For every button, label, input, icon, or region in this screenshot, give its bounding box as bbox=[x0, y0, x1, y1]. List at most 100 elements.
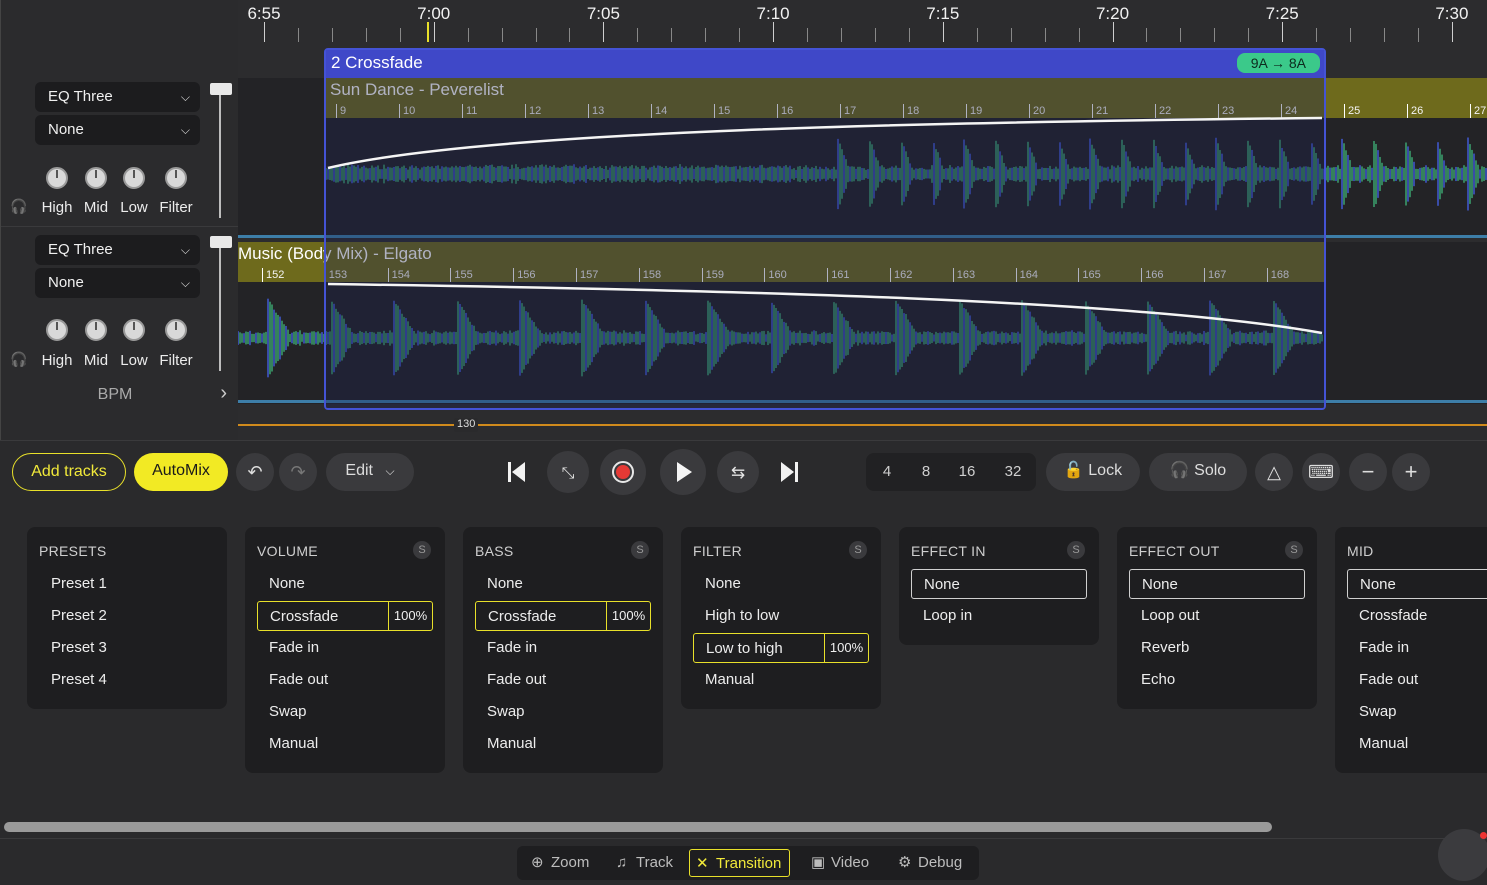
volume-option[interactable]: None bbox=[257, 569, 433, 599]
volume-option[interactable]: Fade out bbox=[257, 665, 433, 695]
cue-button[interactable]: ⤡ bbox=[547, 451, 589, 493]
deck-2-high-knob[interactable] bbox=[46, 319, 68, 341]
deck-1-filter-knob[interactable] bbox=[165, 167, 187, 189]
deck-1-low-knob[interactable] bbox=[123, 167, 145, 189]
effect-out-option[interactable]: Loop out bbox=[1129, 601, 1305, 631]
zoom-out-button[interactable]: − bbox=[1349, 453, 1387, 491]
tab-label: Video bbox=[831, 854, 869, 871]
volume-percentage[interactable]: 100% bbox=[388, 602, 432, 630]
deck-1-volume-fader-track[interactable] bbox=[219, 88, 221, 218]
deck-1-controls: EQ Three ⌵ None ⌵ 🎧 High Mid Low Filter bbox=[1, 74, 239, 224]
horizontal-scrollbar[interactable] bbox=[4, 822, 1272, 832]
keyboard-button[interactable]: ⌨ bbox=[1302, 453, 1340, 491]
crossfade-region[interactable]: 2 Crossfade 9A → 8A bbox=[324, 48, 1326, 410]
mid-option[interactable]: Manual bbox=[1347, 729, 1487, 759]
undo-button[interactable]: ↶ bbox=[236, 453, 274, 491]
bass-option[interactable]: Swap bbox=[475, 697, 651, 727]
loop-size-16[interactable]: 16 bbox=[948, 453, 986, 491]
deck-1-mid-knob[interactable] bbox=[85, 167, 107, 189]
mid-option[interactable]: Fade in bbox=[1347, 633, 1487, 663]
deck-2-mid-knob[interactable] bbox=[85, 319, 107, 341]
headphones-icon[interactable]: 🎧 bbox=[10, 351, 27, 368]
mid-option[interactable]: Fade out bbox=[1347, 665, 1487, 695]
metronome-button[interactable]: △ bbox=[1255, 453, 1293, 491]
loop-button[interactable]: ⇆ bbox=[717, 451, 759, 493]
volume-option[interactable]: Fade in bbox=[257, 633, 433, 663]
effect-out-solo-toggle[interactable]: S bbox=[1285, 541, 1303, 559]
knob-label-low: Low bbox=[112, 352, 156, 369]
mid-option[interactable]: Swap bbox=[1347, 697, 1487, 727]
automix-button[interactable]: AutoMix bbox=[134, 453, 228, 491]
effect-in-option[interactable]: Loop in bbox=[911, 601, 1087, 631]
filter-option[interactable]: None bbox=[693, 569, 869, 599]
zoom-in-button[interactable]: + bbox=[1392, 453, 1430, 491]
preset-option[interactable]: Preset 2 bbox=[39, 601, 215, 631]
preset-option[interactable]: Preset 4 bbox=[39, 665, 215, 695]
bass-option[interactable]: Fade in bbox=[475, 633, 651, 663]
bass-solo-toggle[interactable]: S bbox=[631, 541, 649, 559]
effect-out-option[interactable]: Echo bbox=[1129, 665, 1305, 695]
tab-track[interactable]: ♫ Track bbox=[610, 849, 673, 877]
record-button[interactable] bbox=[600, 449, 646, 495]
crossfade-header[interactable]: 2 Crossfade 9A → 8A bbox=[326, 50, 1324, 78]
preset-option[interactable]: Preset 3 bbox=[39, 633, 215, 663]
preset-option[interactable]: Preset 1 bbox=[39, 569, 215, 599]
deck-1-volume-fader-handle[interactable] bbox=[210, 83, 232, 95]
crossfade-title: 2 Crossfade bbox=[331, 53, 423, 73]
loop-size-32[interactable]: 32 bbox=[994, 453, 1032, 491]
filter-option-active[interactable]: Low to high 100% bbox=[693, 633, 869, 663]
filter-percentage[interactable]: 100% bbox=[824, 634, 868, 662]
filter-option[interactable]: Manual bbox=[693, 665, 869, 695]
deck-2-preset-select[interactable]: None ⌵ bbox=[35, 268, 200, 298]
tab-zoom[interactable]: ⊕ Zoom bbox=[525, 849, 589, 877]
volume-option-active[interactable]: Crossfade 100% bbox=[257, 601, 433, 631]
timeline[interactable]: 6:55 7:00 7:05 7:10 7:15 7:20 7:25 7:30 Sun Dan… bbox=[238, 0, 1487, 440]
add-tracks-button[interactable]: Add tracks bbox=[12, 453, 126, 491]
deck-2-low-knob[interactable] bbox=[123, 319, 145, 341]
loop-size-selector: 4 8 16 32 bbox=[866, 453, 1036, 491]
effect-out-option[interactable]: Reverb bbox=[1129, 633, 1305, 663]
loop-size-4[interactable]: 4 bbox=[868, 453, 906, 491]
bass-percentage[interactable]: 100% bbox=[606, 602, 650, 630]
effect-in-title: EFFECT IN bbox=[911, 543, 986, 559]
filter-option[interactable]: High to low bbox=[693, 601, 869, 631]
skip-back-button[interactable] bbox=[508, 462, 525, 482]
bpm-row[interactable]: BPM › bbox=[1, 378, 239, 412]
lock-icon: 🔓 bbox=[1064, 462, 1084, 479]
deck-1-high-knob[interactable] bbox=[46, 167, 68, 189]
bass-option[interactable]: None bbox=[475, 569, 651, 599]
loop-size-8[interactable]: 8 bbox=[907, 453, 945, 491]
deck-1-preset-select[interactable]: None ⌵ bbox=[35, 115, 200, 145]
skip-forward-button[interactable] bbox=[781, 462, 798, 482]
effect-in-solo-toggle[interactable]: S bbox=[1067, 541, 1085, 559]
chevron-right-icon[interactable]: › bbox=[220, 382, 227, 405]
bpm-marker[interactable]: 130 bbox=[454, 418, 478, 432]
knob-label-high: High bbox=[35, 352, 79, 369]
deck-2-volume-fader-handle[interactable] bbox=[210, 236, 232, 248]
effect-out-option-selected[interactable]: None bbox=[1129, 569, 1305, 599]
deck-2-effect-select[interactable]: EQ Three ⌵ bbox=[35, 235, 200, 265]
edit-menu-button[interactable]: Edit ⌵ bbox=[326, 453, 414, 491]
play-button[interactable] bbox=[660, 449, 706, 495]
mid-option-selected[interactable]: None bbox=[1347, 569, 1487, 599]
redo-button[interactable]: ↷ bbox=[279, 453, 317, 491]
deck-2-filter-knob[interactable] bbox=[165, 319, 187, 341]
solo-button[interactable]: 🎧 Solo bbox=[1149, 453, 1247, 491]
effect-in-option-selected[interactable]: None bbox=[911, 569, 1087, 599]
tab-transition[interactable]: ✕ Transition bbox=[689, 849, 790, 877]
filter-solo-toggle[interactable]: S bbox=[849, 541, 867, 559]
headphones-icon[interactable]: 🎧 bbox=[10, 198, 27, 215]
tab-video[interactable]: ▣ Video bbox=[805, 849, 869, 877]
mid-option[interactable]: Crossfade bbox=[1347, 601, 1487, 631]
deck-1-effect-select[interactable]: EQ Three ⌵ bbox=[35, 82, 200, 112]
bass-option-active[interactable]: Crossfade 100% bbox=[475, 601, 651, 631]
tab-debug[interactable]: ⚙ Debug bbox=[892, 849, 962, 877]
volume-option[interactable]: Swap bbox=[257, 697, 433, 727]
bpm-line[interactable] bbox=[238, 424, 1487, 426]
volume-solo-toggle[interactable]: S bbox=[413, 541, 431, 559]
deck-2-volume-fader-track[interactable] bbox=[219, 241, 221, 371]
bass-option[interactable]: Manual bbox=[475, 729, 651, 759]
lock-button[interactable]: 🔓 Lock bbox=[1046, 453, 1140, 491]
volume-option[interactable]: Manual bbox=[257, 729, 433, 759]
bass-option[interactable]: Fade out bbox=[475, 665, 651, 695]
